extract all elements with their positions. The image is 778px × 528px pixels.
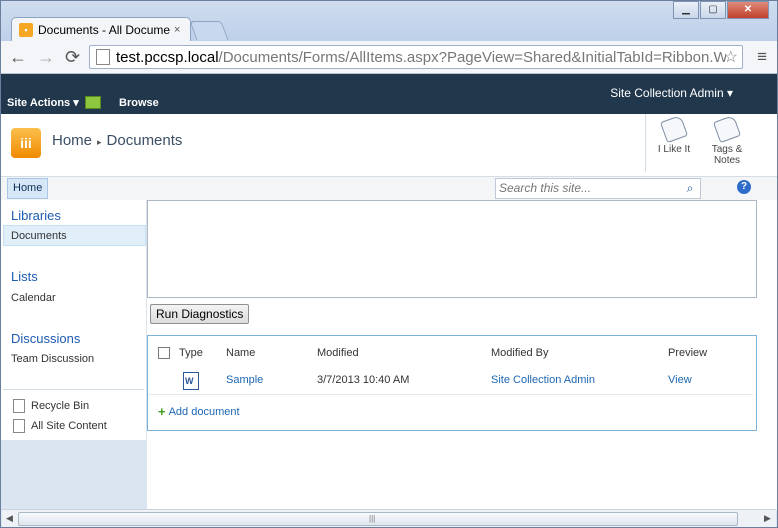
column-header-modified[interactable]: Modified — [317, 347, 359, 359]
url-host: test.pccsp.local — [116, 48, 219, 66]
scroll-right-icon[interactable]: ▶ — [764, 513, 771, 524]
sharepoint-favicon-icon: ▪ — [19, 23, 33, 37]
browser-tab[interactable]: ▪ Documents - All Documer × — [11, 17, 191, 42]
edit-page-icon[interactable] — [85, 96, 101, 109]
column-header-name[interactable]: Name — [226, 347, 255, 359]
sharepoint-ribbon: Site Actions ▾ Browse Site Collection Ad… — [1, 74, 777, 114]
quick-launch-calendar[interactable]: Calendar — [11, 292, 56, 304]
breadcrumb-current: Documents — [106, 132, 183, 149]
reload-button[interactable]: ⟳ — [65, 47, 80, 67]
site-actions-menu[interactable]: Site Actions ▾ — [7, 96, 79, 109]
search-input[interactable] — [496, 179, 675, 196]
scroll-left-icon[interactable]: ◀ — [6, 513, 13, 524]
close-window-button[interactable]: ✕ — [727, 1, 769, 19]
tag-note-icon — [712, 114, 742, 144]
quick-launch-discussions[interactable]: Discussions — [11, 331, 80, 346]
browser-menu-icon[interactable]: ≡ — [757, 47, 767, 67]
site-search: ⌕ — [495, 178, 701, 199]
tab-home[interactable]: Home — [7, 178, 49, 199]
window-controls: ▁ ▢ ✕ — [672, 1, 769, 19]
select-all-checkbox[interactable] — [158, 347, 170, 359]
main-content: Run Diagnostics Type Name Modified Modif… — [147, 200, 777, 510]
browser-toolbar: ← → ⟳ test.pccsp.local/Documents/Forms/A… — [1, 41, 777, 74]
thumbs-tag-icon — [659, 114, 689, 144]
recycle-bin-icon — [13, 399, 25, 413]
quick-launch: Libraries Documents Lists Calendar Discu… — [1, 200, 147, 440]
tab-title: Documents - All Documer — [38, 23, 170, 37]
tab-close-icon[interactable]: × — [174, 24, 180, 36]
document-modified-by-link[interactable]: Site Collection Admin — [491, 374, 595, 386]
new-tab-button[interactable] — [189, 21, 229, 40]
add-document-label: Add document — [168, 405, 240, 418]
breadcrumb-home[interactable]: Home — [52, 132, 92, 149]
column-header-preview[interactable]: Preview — [668, 347, 707, 359]
quick-launch-libraries[interactable]: Libraries — [11, 208, 61, 223]
title-bar: ▪ Documents - All Documer × ▁ ▢ ✕ — [1, 1, 777, 42]
browser-window: ▪ Documents - All Documer × ▁ ▢ ✕ ← → ⟳ … — [0, 0, 778, 528]
page-header: iii Home ▸ Documents I Like It Tags & Note… — [1, 114, 777, 176]
column-header-modified-by[interactable]: Modified By — [491, 347, 548, 359]
add-plus-icon: + — [158, 404, 166, 419]
run-diagnostics-button[interactable]: Run Diagnostics — [150, 304, 250, 324]
content-editor-textarea[interactable] — [147, 200, 757, 298]
top-navigation: Home ⌕ ? — [1, 176, 777, 201]
column-header-type[interactable]: Type — [179, 347, 203, 359]
header-divider — [645, 114, 646, 172]
back-button[interactable]: ← — [9, 47, 27, 67]
maximize-button[interactable]: ▢ — [700, 1, 726, 19]
search-icon[interactable]: ⌕ — [682, 180, 698, 196]
page-icon — [96, 49, 110, 65]
url-text: test.pccsp.local/Documents/Forms/AllItem… — [116, 49, 726, 66]
tags-notes-label-1: Tags & — [711, 144, 743, 155]
site-content-icon — [13, 419, 25, 433]
add-document-link[interactable]: + Add document — [158, 404, 240, 419]
scrollbar-grip: ||| — [369, 514, 376, 523]
quick-launch-lists[interactable]: Lists — [11, 269, 38, 284]
browse-tab[interactable]: Browse — [119, 97, 159, 109]
help-icon[interactable]: ? — [737, 180, 751, 194]
list-separator — [149, 394, 753, 395]
document-modified: 3/7/2013 10:40 AM — [317, 374, 410, 386]
all-site-content-label: All Site Content — [31, 420, 107, 432]
forward-button[interactable]: → — [37, 47, 55, 67]
recycle-bin-link[interactable]: Recycle Bin — [13, 399, 89, 413]
tags-notes-button[interactable]: Tags & Notes — [702, 114, 752, 166]
horizontal-scrollbar[interactable]: ◀ ||| ▶ — [2, 509, 776, 527]
scrollbar-thumb[interactable]: ||| — [18, 512, 738, 526]
all-site-content-link[interactable]: All Site Content — [13, 419, 107, 433]
recycle-bin-label: Recycle Bin — [31, 400, 90, 412]
breadcrumb-separator-icon: ▸ — [97, 137, 102, 147]
document-library-list: Type Name Modified Modified By Preview S… — [147, 335, 757, 431]
breadcrumb: Home ▸ Documents — [52, 132, 182, 149]
quick-launch-team-discussion[interactable]: Team Discussion — [11, 353, 94, 365]
document-preview-link[interactable]: View — [668, 374, 692, 386]
address-bar[interactable]: test.pccsp.local/Documents/Forms/AllItem… — [89, 45, 743, 69]
minimize-button[interactable]: ▁ — [673, 1, 699, 19]
document-name-link[interactable]: Sample — [226, 374, 263, 386]
quick-launch-documents[interactable]: Documents — [11, 230, 67, 242]
site-logo-icon[interactable]: iii — [11, 128, 41, 158]
bookmark-star-icon[interactable]: ☆ — [724, 47, 738, 67]
i-like-it-button[interactable]: I Like It — [649, 114, 699, 155]
tags-notes-label-2: Notes — [713, 155, 741, 166]
quick-launch-separator — [3, 389, 144, 390]
word-document-icon — [183, 372, 199, 390]
i-like-it-label: I Like It — [657, 144, 691, 155]
url-path: /Documents/Forms/AllItems.aspx?PageView=… — [218, 48, 726, 66]
user-menu[interactable]: Site Collection Admin ▾ — [610, 86, 733, 100]
